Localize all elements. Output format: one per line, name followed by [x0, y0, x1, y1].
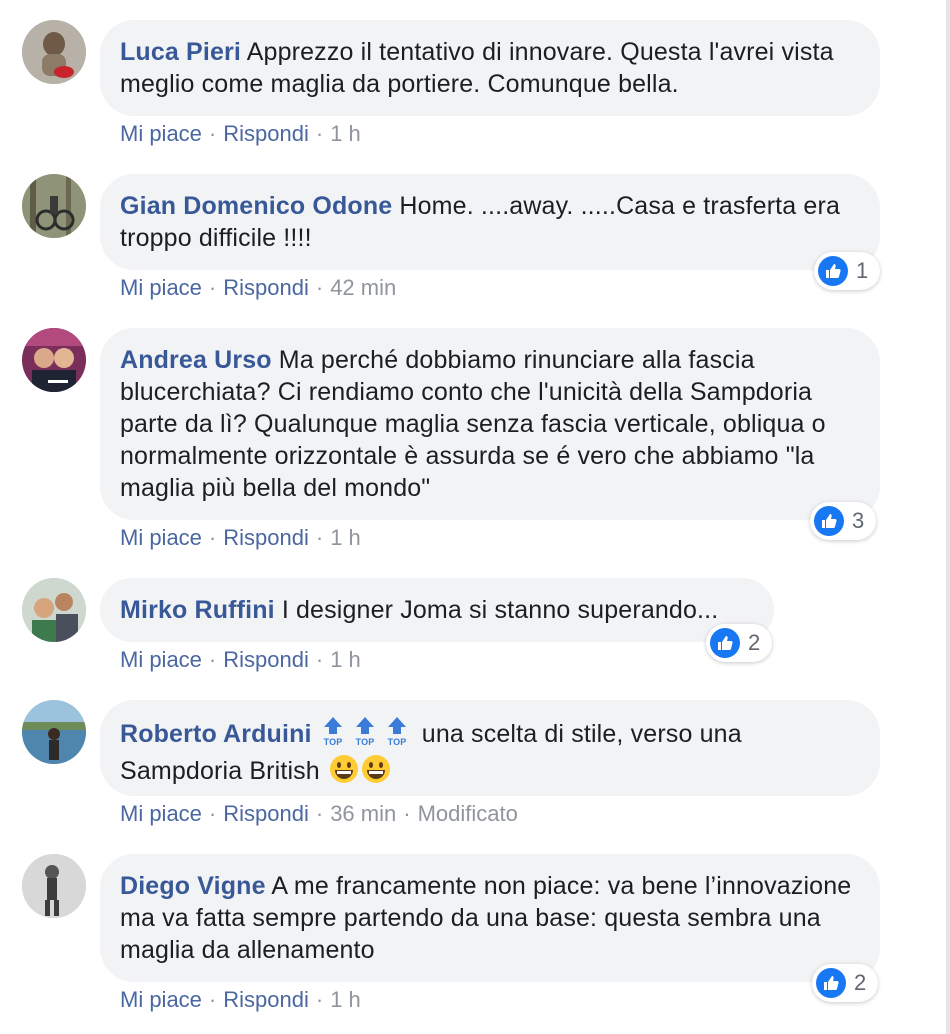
comment-author[interactable]: Roberto Arduini	[120, 720, 312, 748]
top-arrow-icon: TOP	[383, 716, 411, 754]
separator-dot: ·	[315, 121, 324, 146]
svg-text:TOP: TOP	[387, 737, 406, 746]
avatar[interactable]	[22, 700, 86, 764]
comment-bubble: Roberto Arduini TOP TOP TOP una scelta d…	[100, 700, 880, 796]
reply-link[interactable]: Rispondi	[223, 987, 309, 1012]
comment-time[interactable]: 1 h	[330, 525, 361, 550]
comment-actions: Mi piace · Rispondi · 42 min	[120, 274, 396, 302]
scrollbar-track[interactable]	[946, 0, 950, 1034]
comment-actions: Mi piace · Rispondi · 1 h	[120, 646, 361, 674]
separator-dot: ·	[315, 275, 324, 300]
comment-bubble: Mirko Ruffini I designer Joma si stanno …	[100, 578, 774, 642]
comment-author[interactable]: Diego Vigne	[120, 872, 266, 900]
comment-bubble: Andrea Urso Ma perché dobbiamo rinunciar…	[100, 328, 880, 520]
grinning-face-icon	[329, 754, 359, 784]
comment-bubble: Luca Pieri Apprezzo il tentativo di inno…	[100, 20, 880, 116]
like-thumb-icon	[710, 628, 740, 658]
comment-actions: Mi piace · Rispondi · 1 h	[120, 986, 361, 1014]
comment-time[interactable]: 1 h	[330, 647, 361, 672]
comment-bubble: Diego Vigne A me francamente non piace: …	[100, 854, 880, 982]
separator-dot: ·	[208, 647, 217, 672]
reaction-summary[interactable]: 2	[706, 624, 773, 662]
reply-link[interactable]: Rispondi	[223, 275, 309, 300]
separator-dot: ·	[208, 801, 217, 826]
reaction-summary[interactable]: 3	[810, 502, 877, 540]
comment-author[interactable]: Luca Pieri	[120, 38, 241, 66]
reaction-summary[interactable]: 1	[814, 252, 881, 290]
separator-dot: ·	[315, 801, 324, 826]
separator-dot: ·	[208, 987, 217, 1012]
like-thumb-icon	[814, 506, 844, 536]
avatar[interactable]	[22, 20, 86, 84]
separator-dot: ·	[315, 647, 324, 672]
top-arrow-icon: TOP	[351, 716, 379, 754]
like-thumb-icon	[816, 968, 846, 998]
avatar[interactable]	[22, 854, 86, 918]
comment-actions: Mi piace · Rispondi · 36 min · Modificato	[120, 800, 518, 828]
top-arrow-icon: TOP	[319, 716, 347, 754]
separator-dot: ·	[403, 801, 411, 826]
comment-time[interactable]: 42 min	[330, 275, 396, 300]
svg-text:TOP: TOP	[323, 737, 342, 746]
avatar[interactable]	[22, 578, 86, 642]
grinning-face-icon	[361, 754, 391, 784]
comment-time[interactable]: 1 h	[330, 987, 361, 1012]
reaction-summary[interactable]: 2	[812, 964, 879, 1002]
svg-text:TOP: TOP	[355, 737, 374, 746]
avatar[interactable]	[22, 328, 86, 392]
separator-dot: ·	[208, 525, 217, 550]
comment-bubble: Gian Domenico Odone Home. ....away. ....…	[100, 174, 880, 270]
like-link[interactable]: Mi piace	[120, 647, 202, 672]
comment-actions: Mi piace · Rispondi · 1 h	[120, 524, 361, 552]
like-thumb-icon	[818, 256, 848, 286]
comment-author[interactable]: Andrea Urso	[120, 346, 272, 374]
like-link[interactable]: Mi piace	[120, 525, 202, 550]
separator-dot: ·	[208, 121, 217, 146]
reply-link[interactable]: Rispondi	[223, 801, 309, 826]
reply-link[interactable]: Rispondi	[223, 525, 309, 550]
separator-dot: ·	[315, 987, 324, 1012]
comment-list: Luca Pieri Apprezzo il tentativo di inno…	[0, 0, 950, 1034]
comment-text: I designer Joma si stanno superando...	[274, 596, 719, 624]
reaction-count: 2	[854, 970, 867, 995]
like-link[interactable]: Mi piace	[120, 275, 202, 300]
reaction-count: 1	[856, 258, 869, 283]
like-link[interactable]: Mi piace	[120, 121, 202, 146]
reaction-count: 3	[852, 508, 865, 533]
reply-link[interactable]: Rispondi	[223, 647, 309, 672]
comment-actions: Mi piace · Rispondi · 1 h	[120, 120, 361, 148]
comment-time[interactable]: 36 min	[330, 801, 396, 826]
like-link[interactable]: Mi piace	[120, 987, 202, 1012]
comment-author[interactable]: Gian Domenico Odone	[120, 192, 392, 220]
comment-time[interactable]: 1 h	[330, 121, 361, 146]
separator-dot: ·	[208, 275, 217, 300]
edited-label[interactable]: Modificato	[418, 801, 518, 826]
separator-dot: ·	[315, 525, 324, 550]
like-link[interactable]: Mi piace	[120, 801, 202, 826]
reply-link[interactable]: Rispondi	[223, 121, 309, 146]
avatar[interactable]	[22, 174, 86, 238]
reaction-count: 2	[748, 630, 761, 655]
comment-author[interactable]: Mirko Ruffini	[120, 596, 275, 624]
